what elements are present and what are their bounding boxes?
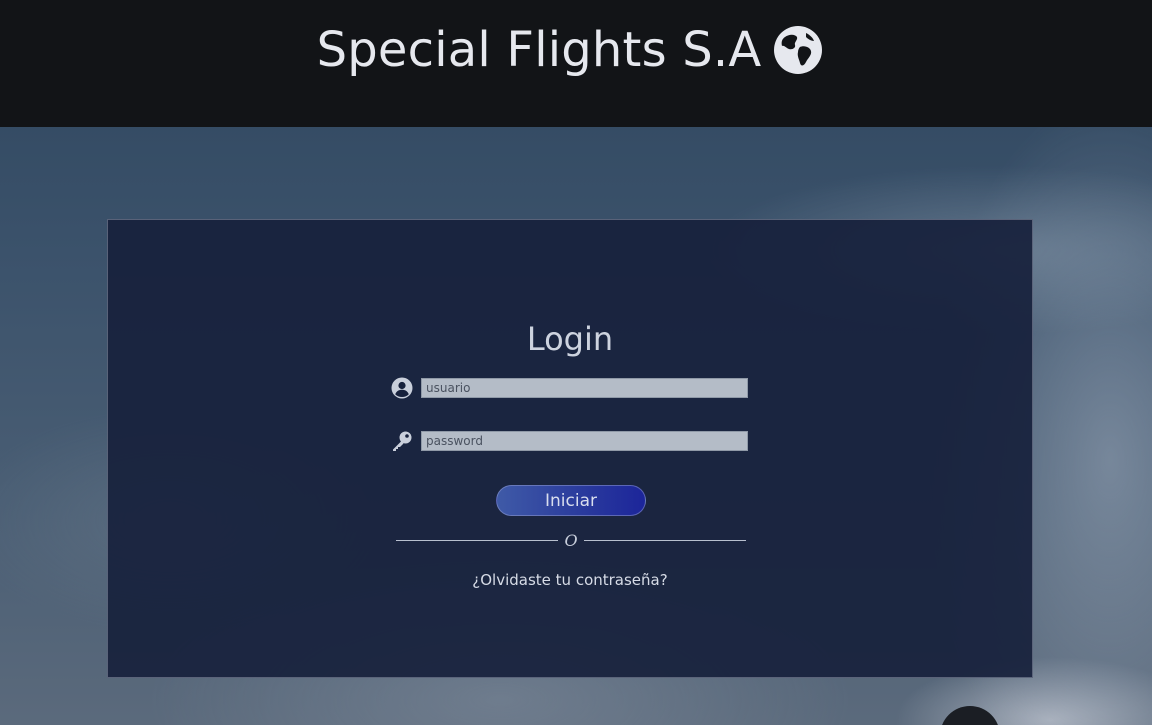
site-title: Special Flights S.A bbox=[316, 21, 762, 78]
globe-icon bbox=[773, 25, 823, 75]
brand: Special Flights S.A bbox=[317, 22, 824, 78]
user-circle-icon bbox=[390, 376, 414, 400]
airplane-tail-image bbox=[940, 706, 1000, 725]
username-row bbox=[390, 376, 750, 400]
divider-text: O bbox=[564, 530, 578, 550]
key-icon bbox=[390, 429, 414, 453]
username-input[interactable] bbox=[421, 378, 748, 398]
login-button[interactable]: Iniciar bbox=[496, 485, 646, 516]
or-divider: O bbox=[396, 529, 746, 551]
divider-line-right bbox=[583, 539, 746, 541]
login-panel: Login Iniciar O ¿Olvidaste tu contraseña… bbox=[107, 219, 1033, 678]
login-heading: Login bbox=[526, 320, 614, 358]
top-header: Special Flights S.A bbox=[0, 0, 1152, 127]
password-input[interactable] bbox=[421, 431, 748, 451]
password-row bbox=[390, 429, 750, 453]
divider-line-left bbox=[396, 539, 559, 541]
forgot-password-link[interactable]: ¿Olvidaste tu contraseña? bbox=[108, 571, 1032, 589]
